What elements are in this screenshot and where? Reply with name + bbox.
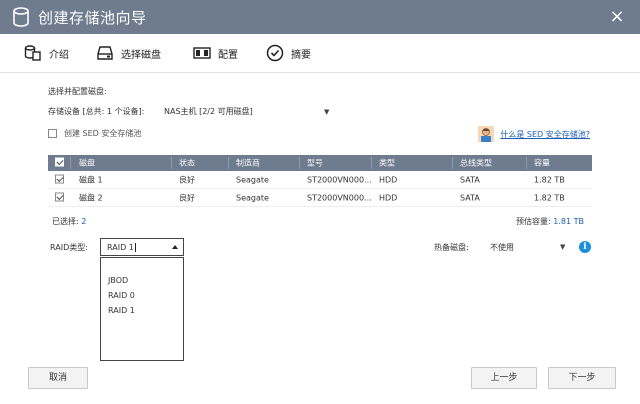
summary-check-icon xyxy=(266,44,284,62)
previous-button[interactable]: 上一步 xyxy=(471,367,537,389)
disk-table: 磁盘 状态 制造商 型号 类型 总线类型 容量 磁盘 1 良好 Seagate … xyxy=(48,155,592,207)
raid-type-select[interactable]: RAID 1 xyxy=(100,238,184,256)
cell-disk: 磁盘 1 xyxy=(79,175,103,184)
intro-icon xyxy=(24,45,41,61)
sed-label: 创建 SED 安全存储池 xyxy=(64,129,142,138)
dropdown-caret-icon[interactable]: ▼ xyxy=(560,243,565,251)
col-model[interactable]: 型号 xyxy=(307,158,323,169)
cell-maker: Seagate xyxy=(236,193,269,202)
sed-option[interactable]: 创建 SED 安全存储池 xyxy=(48,128,141,139)
device-row: 存储设备 [总共: 1 个设备]: NAS主机 [2/2 可用磁盘] ▼ xyxy=(48,106,329,117)
col-bus[interactable]: 总线类型 xyxy=(460,158,492,169)
raid-option[interactable]: JBOD xyxy=(108,276,128,285)
raid-option[interactable]: RAID 1 xyxy=(108,306,135,315)
step-label: 介绍 xyxy=(49,49,69,61)
next-button[interactable]: 下一步 xyxy=(548,367,616,389)
col-disk[interactable]: 磁盘 xyxy=(79,158,95,169)
sed-help-link[interactable]: 什么是 SED 安全存储池? xyxy=(500,129,590,140)
help-person-icon xyxy=(478,126,495,142)
storage-pool-icon xyxy=(13,7,29,27)
cell-bus: SATA xyxy=(460,175,480,184)
title-bar: 创建存储池向导 × xyxy=(0,0,640,34)
cell-status: 良好 xyxy=(179,193,195,202)
step-summary: 摘要 xyxy=(266,44,311,62)
hot-spare-label: 热备磁盘: xyxy=(434,243,469,252)
step-intro: 介绍 xyxy=(24,44,69,62)
raid-selected-value: RAID 1 xyxy=(107,243,134,252)
disk-icon xyxy=(97,46,113,60)
dropdown-caret-icon[interactable]: ▼ xyxy=(324,108,329,116)
estimated-capacity: 预估容量: 1.81 TB xyxy=(516,216,584,227)
cell-maker: Seagate xyxy=(236,175,269,184)
wizard-steps: 介绍 选择磁盘 配置 摘要 xyxy=(0,34,640,72)
divider xyxy=(0,72,640,73)
window-title: 创建存储池向导 xyxy=(38,9,147,27)
row-checkbox[interactable] xyxy=(55,174,71,185)
table-row[interactable]: 磁盘 2 良好 Seagate ST2000VN000... HDD SATA … xyxy=(48,189,592,207)
cell-capacity: 1.82 TB xyxy=(534,193,565,202)
hot-spare-select[interactable]: 不使用 xyxy=(490,242,514,253)
table-row[interactable]: 磁盘 1 良好 Seagate ST2000VN000... HDD SATA … xyxy=(48,171,592,189)
sed-help[interactable]: 什么是 SED 安全存储池? xyxy=(478,126,590,142)
table-header: 磁盘 状态 制造商 型号 类型 总线类型 容量 xyxy=(48,155,592,171)
col-type[interactable]: 类型 xyxy=(379,158,395,169)
step-label: 选择磁盘 xyxy=(121,49,161,61)
info-icon[interactable]: i xyxy=(579,241,591,253)
col-status[interactable]: 状态 xyxy=(179,158,195,169)
cell-capacity: 1.82 TB xyxy=(534,175,565,184)
text-cursor xyxy=(134,243,136,252)
step-label: 配置 xyxy=(218,49,238,61)
step-select-disk: 选择磁盘 xyxy=(96,44,161,62)
col-capacity[interactable]: 容量 xyxy=(534,158,550,169)
cell-bus: SATA xyxy=(460,193,480,202)
checkbox[interactable] xyxy=(55,174,64,183)
cell-disk: 磁盘 2 xyxy=(79,193,103,202)
step-config: 配置 xyxy=(193,44,238,62)
config-icon xyxy=(193,47,211,59)
cell-model: ST2000VN000... xyxy=(307,175,372,184)
cancel-button[interactable]: 取消 xyxy=(28,367,88,389)
sed-checkbox[interactable] xyxy=(48,129,57,138)
device-select[interactable]: NAS主机 [2/2 可用磁盘] xyxy=(164,106,324,117)
device-label: 存储设备 [总共: 1 个设备]: xyxy=(48,107,145,116)
checkbox[interactable] xyxy=(55,192,64,201)
cell-type: HDD xyxy=(379,175,398,184)
cell-model: ST2000VN000... xyxy=(307,193,372,202)
raid-type-label: RAID类型: xyxy=(50,243,88,252)
cell-status: 良好 xyxy=(179,175,195,184)
raid-option[interactable]: RAID 0 xyxy=(108,291,135,300)
selected-count: 已选择: 2 xyxy=(52,216,86,227)
col-maker[interactable]: 制造商 xyxy=(236,158,260,169)
section-title: 选择并配置磁盘: xyxy=(48,87,107,96)
step-label: 摘要 xyxy=(291,49,311,61)
raid-options-list: JBOD RAID 0 RAID 1 xyxy=(100,257,184,361)
capacity-label: 预估容量: xyxy=(516,217,551,226)
select-all-checkbox[interactable] xyxy=(55,157,71,169)
capacity-value: 1.81 TB xyxy=(553,217,584,226)
dropdown-arrow-up-icon[interactable] xyxy=(172,245,178,249)
checkbox[interactable] xyxy=(55,157,64,167)
cell-type: HDD xyxy=(379,193,398,202)
selected-number: 2 xyxy=(81,217,87,226)
row-checkbox[interactable] xyxy=(55,192,71,203)
close-icon[interactable]: × xyxy=(606,6,628,28)
selected-label: 已选择: xyxy=(52,217,79,226)
